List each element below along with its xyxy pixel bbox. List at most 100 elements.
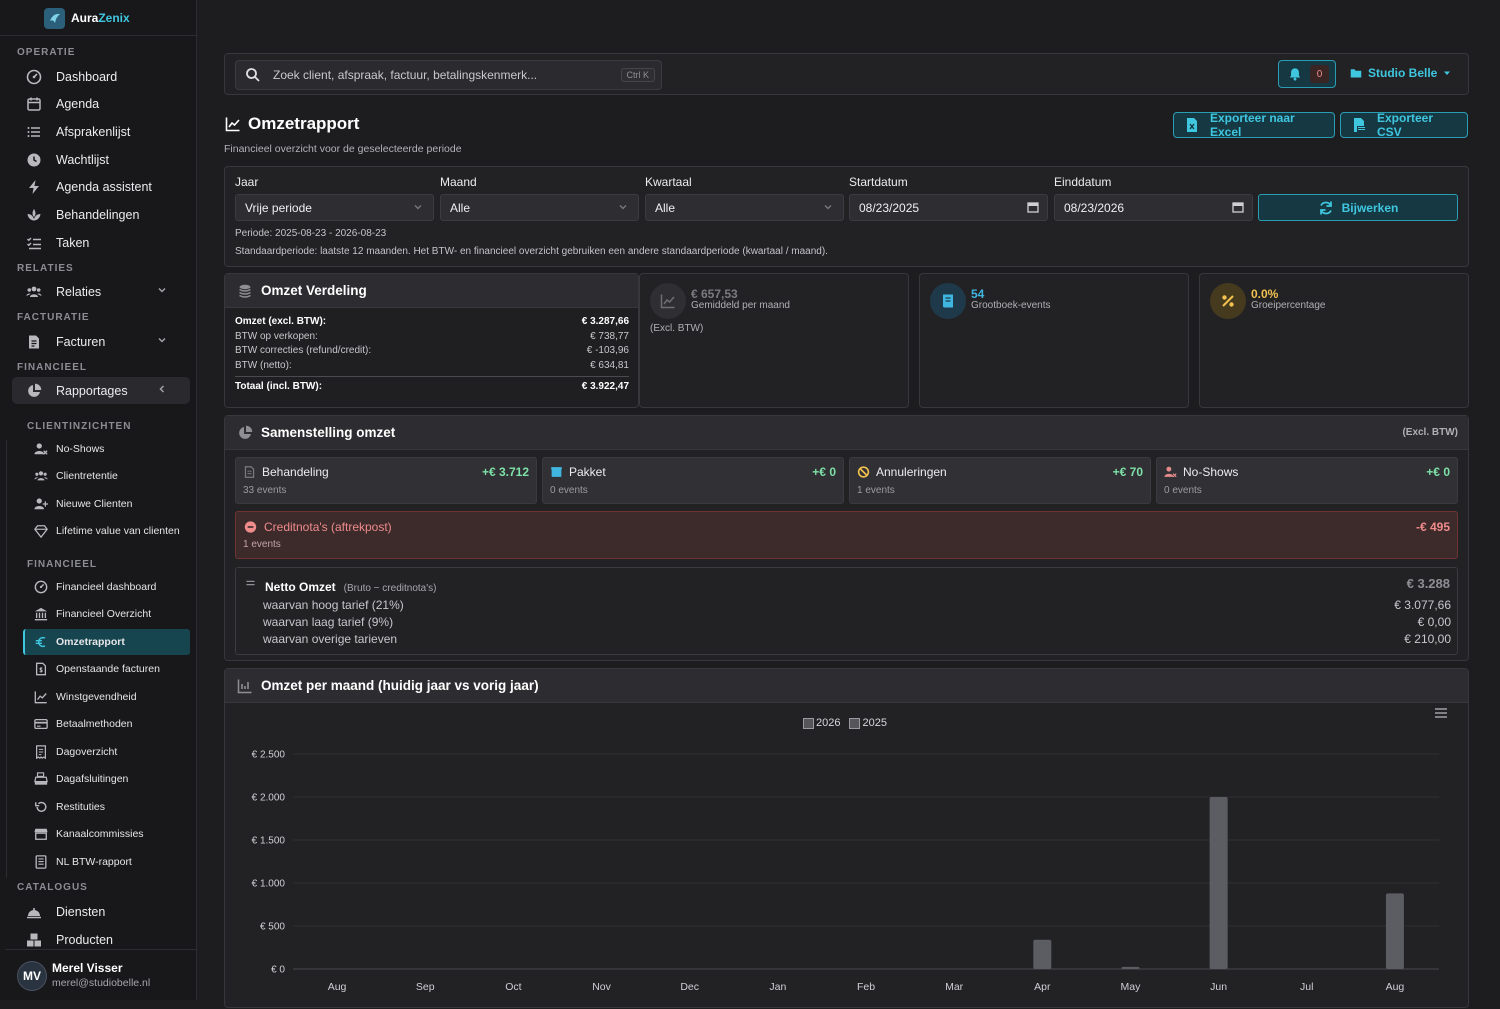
maand-select[interactable]: Alle bbox=[440, 194, 639, 221]
report-item-dagoverzicht[interactable]: Dagoverzicht bbox=[23, 739, 190, 765]
dashboard-icon bbox=[34, 580, 48, 594]
report-item-dagafsluitingen[interactable]: Dagafsluitingen bbox=[23, 766, 190, 792]
netto-row-value: € 3.077,66 bbox=[1394, 598, 1451, 612]
sidebar-item-label: Afsprakenlijst bbox=[56, 124, 131, 139]
einddatum-input[interactable]: 08/23/2026 bbox=[1054, 194, 1253, 221]
samenstelling-card: Samenstelling omzet (Excl. BTW) Behandel… bbox=[224, 415, 1469, 661]
sidebar: AuraZenix OPERATIE Dashboard Agenda Afsp… bbox=[0, 0, 197, 1000]
verdeling-value: € -103,96 bbox=[586, 345, 629, 356]
sidebar-item-agenda-assistent[interactable]: Agenda assistent bbox=[12, 173, 190, 200]
calendar-icon[interactable] bbox=[1027, 201, 1039, 213]
user-profile[interactable]: MV Merel Visser merel@studiobelle.nl bbox=[5, 949, 196, 1000]
file-excel-icon bbox=[1184, 117, 1200, 133]
y-tick-label: € 1.000 bbox=[252, 879, 286, 890]
sidebar-item-rapportages[interactable]: Rapportages bbox=[12, 377, 190, 404]
report-item-restituties[interactable]: Restituties bbox=[23, 794, 190, 820]
kpi-note: (Excl. BTW) bbox=[650, 323, 704, 334]
notifications-button[interactable]: 0 bbox=[1278, 60, 1336, 88]
brand[interactable]: AuraZenix bbox=[44, 6, 130, 30]
top-bar: Zoek client, afspraak, factuur, betaling… bbox=[224, 53, 1469, 95]
chevron-down-icon bbox=[413, 202, 423, 212]
dashboard-icon bbox=[26, 69, 42, 85]
export-csv-button[interactable]: Exporteer CSV bbox=[1340, 111, 1468, 139]
kwartaal-select[interactable]: Alle bbox=[645, 194, 844, 221]
startdatum-input[interactable]: 08/23/2025 bbox=[849, 194, 1048, 221]
credit-label: Creditnota's (aftrekpost) bbox=[264, 520, 392, 534]
samenstelling-title: Samenstelling omzet bbox=[261, 425, 396, 440]
sidebar-item-afsprakenlijst[interactable]: Afsprakenlijst bbox=[12, 118, 190, 145]
component-label: Annuleringen bbox=[876, 465, 947, 479]
tasks-icon bbox=[26, 235, 42, 251]
report-item-kanaalcommissies[interactable]: Kanaalcommissies bbox=[23, 821, 190, 847]
x-tick-label: Sep bbox=[416, 981, 435, 993]
report-item-label: No-Shows bbox=[56, 443, 105, 455]
sidebar-item-label: Producten bbox=[56, 932, 113, 947]
export-excel-button[interactable]: Exporteer naar Excel bbox=[1173, 111, 1335, 139]
report-item-nieuwe-clienten[interactable]: Nieuwe Clienten bbox=[23, 491, 190, 517]
kpi-card-gemiddeld: € 657,53 Gemiddeld per maand (Excl. BTW) bbox=[639, 273, 909, 408]
sidebar-item-taken[interactable]: Taken bbox=[12, 229, 190, 256]
bar-2026 bbox=[1385, 893, 1404, 969]
bar-2026 bbox=[1121, 966, 1140, 969]
report-item-nl-btw-rapport[interactable]: NL BTW-rapport bbox=[23, 849, 190, 875]
sidebar-item-behandelingen[interactable]: Behandelingen bbox=[12, 201, 190, 228]
jaar-select[interactable]: Vrije periode bbox=[235, 194, 434, 221]
report-item-lifetime-value[interactable]: Lifetime value van clienten bbox=[23, 518, 190, 544]
chevron-down-icon bbox=[823, 202, 833, 212]
export-excel-label: Exporteer naar Excel bbox=[1210, 111, 1295, 139]
chevron-down-icon bbox=[156, 334, 168, 346]
report-item-financieel-overzicht[interactable]: Financieel Overzicht bbox=[23, 601, 190, 627]
netto-omzet-panel: Netto Omzet (Bruto − creditnota's) € 3.28… bbox=[235, 567, 1458, 655]
sidebar-item-dashboard[interactable]: Dashboard bbox=[12, 63, 190, 90]
sidebar-item-diensten[interactable]: Diensten bbox=[12, 898, 190, 925]
verdeling-row: BTW (netto): € 634,81 bbox=[235, 360, 629, 371]
pie-icon bbox=[26, 383, 42, 399]
ban-icon bbox=[857, 466, 870, 479]
sidebar-item-label: Taken bbox=[56, 235, 90, 250]
x-tick-label: Jun bbox=[1210, 981, 1227, 993]
netto-row: waarvan overige tarieven € 210,00 bbox=[263, 632, 1451, 646]
studio-selector[interactable]: Studio Belle bbox=[1350, 66, 1451, 80]
netto-title: Netto Omzet bbox=[265, 579, 336, 594]
chart-header: Omzet per maand (huidig jaar vs vorig ja… bbox=[225, 669, 1468, 703]
report-item-winstgevendheid[interactable]: Winstgevendheid bbox=[23, 684, 190, 710]
calendar-icon[interactable] bbox=[1232, 201, 1244, 213]
report-item-omzetrapport[interactable]: Omzetrapport bbox=[23, 629, 190, 655]
sidebar-item-facturen[interactable]: Facturen bbox=[12, 328, 190, 355]
user-plus-icon bbox=[34, 497, 48, 511]
divider bbox=[0, 35, 196, 36]
sidebar-item-relaties[interactable]: Relaties bbox=[12, 278, 190, 305]
report-item-betaalmethoden[interactable]: Betaalmethoden bbox=[23, 711, 190, 737]
report-item-label: Clientretentie bbox=[56, 470, 118, 482]
startdatum-label: Startdatum bbox=[849, 175, 908, 189]
report-item-no-shows[interactable]: No-Shows bbox=[23, 436, 190, 462]
chevron-down-icon bbox=[618, 202, 628, 212]
netto-row-value: € 0,00 bbox=[1417, 615, 1451, 629]
page-title-text: Omzetrapport bbox=[248, 114, 360, 133]
x-tick-label: Aug bbox=[1386, 981, 1405, 993]
search-input[interactable]: Zoek client, afspraak, factuur, betaling… bbox=[235, 60, 662, 90]
maand-value: Alle bbox=[450, 200, 471, 215]
service-bell-icon bbox=[26, 904, 42, 920]
sidebar-item-agenda[interactable]: Agenda bbox=[12, 90, 190, 117]
user-x-icon bbox=[34, 442, 48, 456]
credit-value: -€ 495 bbox=[1415, 520, 1450, 534]
sidebar-item-label: Facturen bbox=[56, 334, 106, 349]
report-item-clientretentie[interactable]: Clientretentie bbox=[23, 463, 190, 489]
startdatum-value: 08/23/2025 bbox=[859, 200, 920, 215]
jaar-label: Jaar bbox=[235, 175, 259, 189]
bank-icon bbox=[34, 607, 48, 621]
verdeling-total-row: Totaal (incl. BTW): € 3.922,47 bbox=[235, 381, 629, 392]
report-item-financieel-dashboard[interactable]: Financieel dashboard bbox=[23, 574, 190, 600]
percent-icon bbox=[1210, 283, 1246, 319]
report-item-label: Dagafsluitingen bbox=[56, 773, 129, 785]
refresh-label: Bijwerken bbox=[1341, 200, 1399, 215]
refresh-button[interactable]: Bijwerken bbox=[1258, 194, 1458, 221]
report-item-openstaande-facturen[interactable]: Openstaande facturen bbox=[23, 656, 190, 682]
file-csv-icon bbox=[1351, 117, 1367, 133]
sidebar-item-wachtlijst[interactable]: Wachtlijst bbox=[12, 146, 190, 173]
bell-icon bbox=[1288, 67, 1302, 81]
invoice-dollar-icon bbox=[34, 662, 48, 676]
samenstelling-header: Samenstelling omzet (Excl. BTW) bbox=[225, 416, 1468, 450]
brand-name-a: Aura bbox=[71, 11, 99, 25]
